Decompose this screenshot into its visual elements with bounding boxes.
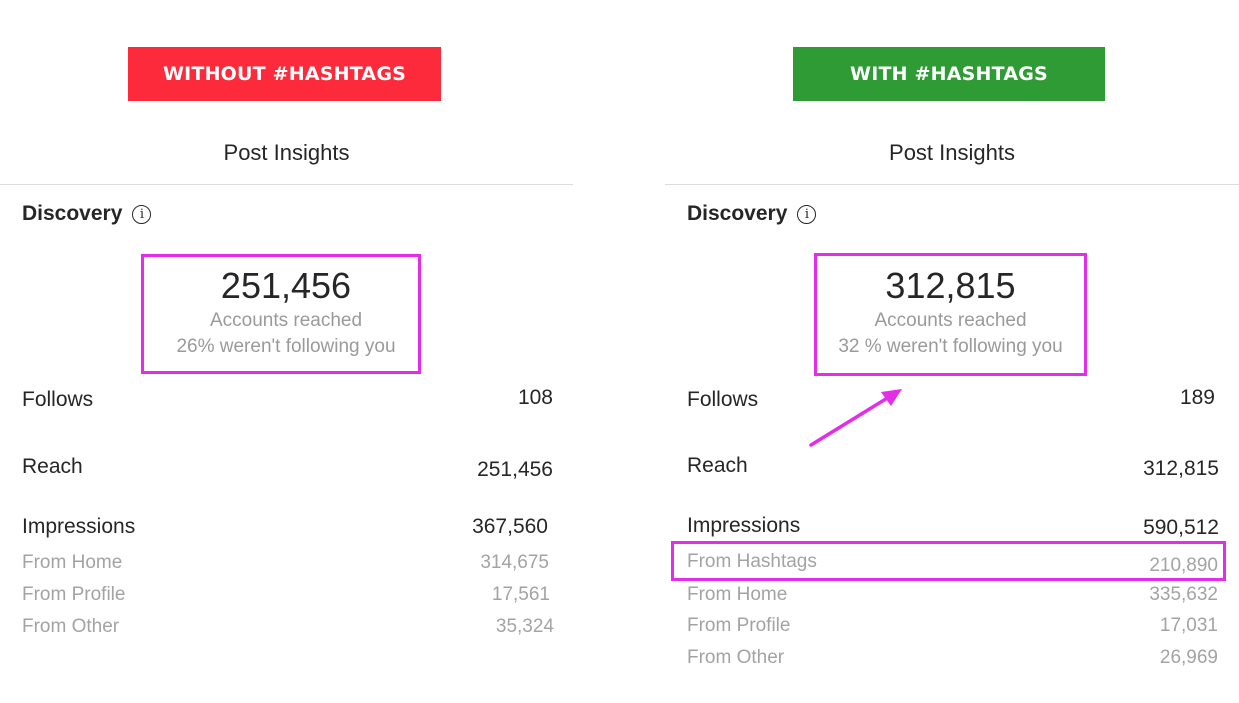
info-icon[interactable]: i (132, 204, 152, 224)
impressions-row: Impressions 367,560 (22, 515, 553, 539)
discovery-heading: Discovery i (687, 202, 817, 226)
breakdown-label: From Profile (687, 615, 791, 636)
breakdown-label: From Other (687, 647, 785, 668)
impressions-label: Impressions (22, 515, 136, 538)
impressions-label: Impressions (687, 514, 801, 537)
header-divider (665, 184, 1239, 185)
breakdown-value: 26,969 (1159, 647, 1218, 668)
reach-value: 312,815 (1143, 457, 1219, 480)
follows-row: Follows 189 (687, 386, 1217, 412)
reach-label: Reach (687, 454, 748, 477)
breakdown-label: From Other (22, 616, 120, 637)
reach-value: 251,456 (477, 458, 553, 481)
impressions-breakdown-row: From Other 35,324 (22, 616, 554, 638)
with-hashtags-badge: WITH #HASHTAGS (793, 47, 1105, 101)
accounts-reached-summary: 312,815 Accounts reached 32 % weren't fo… (814, 264, 1087, 360)
reach-label: Reach (22, 455, 83, 478)
page-title: Post Insights (223, 140, 350, 165)
breakdown-value: 314,675 (480, 552, 549, 573)
without-hashtags-panel: WITHOUT #HASHTAGS Post Insights Discover… (0, 0, 573, 703)
reach-row: Reach 251,456 (22, 455, 553, 482)
follows-label: Follows (22, 388, 94, 411)
breakdown-value: 335,632 (1149, 584, 1218, 605)
follows-value: 189 (1179, 386, 1215, 409)
breakdown-value: 17,561 (491, 584, 550, 605)
discovery-label: Discovery (687, 202, 788, 225)
impressions-row: Impressions 590,512 (687, 514, 1219, 540)
impressions-breakdown-row: From Hashtags 210,890 (687, 551, 1218, 577)
without-hashtags-badge: WITHOUT #HASHTAGS (128, 47, 441, 101)
accounts-reached-count: 251,456 (220, 265, 352, 306)
follows-value: 108 (517, 386, 553, 409)
discovery-label: Discovery (22, 202, 123, 225)
not-following-percent: 32 % weren't following you (838, 336, 1063, 357)
breakdown-label: From Home (22, 552, 123, 573)
discovery-heading: Discovery i (22, 202, 152, 226)
breakdown-label: From Hashtags (687, 551, 817, 572)
follows-label: Follows (687, 388, 759, 411)
accounts-reached-summary: 251,456 Accounts reached 26% weren't fol… (141, 264, 431, 360)
impressions-breakdown-row: From Home 335,632 (687, 584, 1218, 606)
breakdown-label: From Profile (22, 584, 126, 605)
follows-row: Follows 108 (22, 386, 553, 412)
breakdown-label: From Home (687, 584, 788, 605)
impressions-value: 367,560 (472, 515, 548, 538)
impressions-breakdown-row: From Home 314,675 (22, 552, 553, 574)
impressions-breakdown-row: From Profile 17,561 (22, 584, 553, 606)
accounts-reached-count: 312,815 (885, 265, 1016, 306)
breakdown-value: 210,890 (1149, 555, 1218, 576)
accounts-reached-label: Accounts reached (874, 310, 1027, 331)
accounts-reached-label: Accounts reached (209, 310, 363, 331)
with-hashtags-panel: WITH #HASHTAGS Post Insights Discovery i… (665, 0, 1239, 703)
breakdown-value: 17,031 (1159, 615, 1218, 636)
page-title: Post Insights (889, 140, 1015, 165)
impressions-breakdown-row: From Other 26,969 (687, 647, 1218, 669)
impressions-breakdown-row: From Profile 17,031 (687, 615, 1218, 637)
reach-row: Reach 312,815 (687, 454, 1219, 481)
info-icon[interactable]: i (797, 204, 817, 224)
not-following-percent: 26% weren't following you (176, 336, 396, 357)
impressions-value: 590,512 (1143, 516, 1219, 539)
breakdown-value: 35,324 (495, 616, 554, 637)
header-divider (0, 184, 573, 185)
